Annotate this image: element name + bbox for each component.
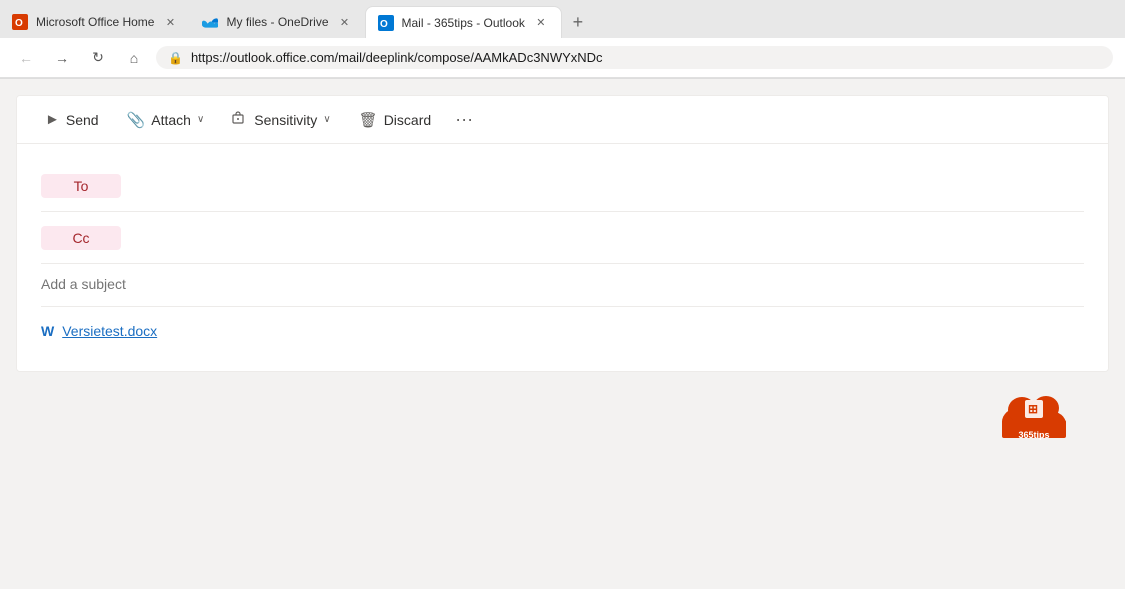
- to-label: To: [74, 178, 89, 194]
- svg-text:365tips: 365tips: [1018, 430, 1049, 440]
- forward-icon: →: [55, 50, 69, 66]
- main-content: ► Send 📎 Attach ∨ Sensitivity ∨: [0, 79, 1125, 479]
- sensitivity-button[interactable]: Sensitivity ∨: [220, 104, 342, 136]
- sensitivity-icon: [232, 110, 248, 130]
- tab-outlook-close[interactable]: ✕: [533, 15, 549, 31]
- tab-onedrive-label: My files - OneDrive: [226, 15, 328, 29]
- attach-label: Attach: [151, 112, 191, 128]
- more-icon: ···: [455, 109, 473, 129]
- forward-button[interactable]: →: [48, 44, 76, 72]
- home-button[interactable]: ⌂: [120, 44, 148, 72]
- badge-365tips[interactable]: ⊞ 365tips: [998, 379, 1070, 451]
- refresh-icon: ↻: [92, 49, 104, 66]
- attach-button[interactable]: 📎 Attach ∨: [115, 105, 217, 135]
- compose-toolbar: ► Send 📎 Attach ∨ Sensitivity ∨: [17, 96, 1108, 144]
- cc-button[interactable]: Cc: [41, 226, 121, 250]
- address-bar: ← → ↻ ⌂ 🔒 https://outlook.office.com/mai…: [0, 38, 1125, 78]
- attachment-filename[interactable]: Versietest.docx: [62, 323, 157, 339]
- subject-row: [41, 264, 1084, 307]
- send-icon: ►: [45, 111, 60, 128]
- svg-text:O: O: [15, 18, 23, 29]
- new-tab-button[interactable]: +: [562, 6, 594, 38]
- tab-outlook-label: Mail - 365tips - Outlook: [402, 16, 525, 30]
- cc-input[interactable]: [133, 230, 1084, 246]
- tab-outlook[interactable]: O Mail - 365tips - Outlook ✕: [365, 6, 562, 38]
- to-button[interactable]: To: [41, 174, 121, 198]
- cc-row: Cc: [41, 212, 1084, 264]
- tab-bar: O Microsoft Office Home ✕ My files - One…: [0, 0, 1125, 38]
- back-button[interactable]: ←: [12, 44, 40, 72]
- cc-label: Cc: [72, 230, 89, 246]
- url-bar[interactable]: 🔒 https://outlook.office.com/mail/deepli…: [156, 46, 1113, 69]
- sensitivity-chevron-icon: ∨: [323, 114, 330, 125]
- svg-text:⊞: ⊞: [1028, 402, 1038, 416]
- compose-card: ► Send 📎 Attach ∨ Sensitivity ∨: [16, 95, 1109, 372]
- send-button[interactable]: ► Send: [33, 105, 111, 134]
- home-icon: ⌂: [130, 50, 138, 66]
- svg-text:O: O: [380, 19, 388, 30]
- lock-icon: 🔒: [168, 51, 183, 65]
- tab-onedrive[interactable]: My files - OneDrive ✕: [190, 6, 364, 38]
- subject-input[interactable]: [41, 276, 1084, 292]
- send-label: Send: [66, 112, 99, 128]
- browser-chrome: O Microsoft Office Home ✕ My files - One…: [0, 0, 1125, 79]
- discard-label: Discard: [384, 112, 431, 128]
- office-tab-icon: O: [12, 14, 28, 30]
- attach-chevron-icon: ∨: [197, 114, 204, 125]
- discard-icon: 🗑: [359, 111, 378, 129]
- attach-icon: 📎: [127, 111, 146, 129]
- more-options-button[interactable]: ···: [447, 103, 481, 136]
- word-icon: W: [41, 323, 54, 339]
- attachment-row: W Versietest.docx: [41, 307, 1084, 355]
- tab-office-label: Microsoft Office Home: [36, 15, 154, 29]
- discard-button[interactable]: 🗑 Discard: [347, 105, 444, 135]
- cloud-badge-icon: ⊞ 365tips: [998, 386, 1070, 444]
- onedrive-tab-icon: [202, 14, 218, 30]
- to-row: To: [41, 160, 1084, 212]
- url-text: https://outlook.office.com/mail/deeplink…: [191, 50, 603, 65]
- tab-onedrive-close[interactable]: ✕: [337, 14, 353, 30]
- refresh-button[interactable]: ↻: [84, 44, 112, 72]
- compose-area: To Cc W Versietest.docx: [17, 144, 1108, 371]
- back-icon: ←: [19, 50, 33, 66]
- tab-office-close[interactable]: ✕: [162, 14, 178, 30]
- outlook-tab-icon: O: [378, 15, 394, 31]
- tab-office[interactable]: O Microsoft Office Home ✕: [0, 6, 190, 38]
- sensitivity-label: Sensitivity: [254, 112, 317, 128]
- to-input[interactable]: [133, 178, 1084, 194]
